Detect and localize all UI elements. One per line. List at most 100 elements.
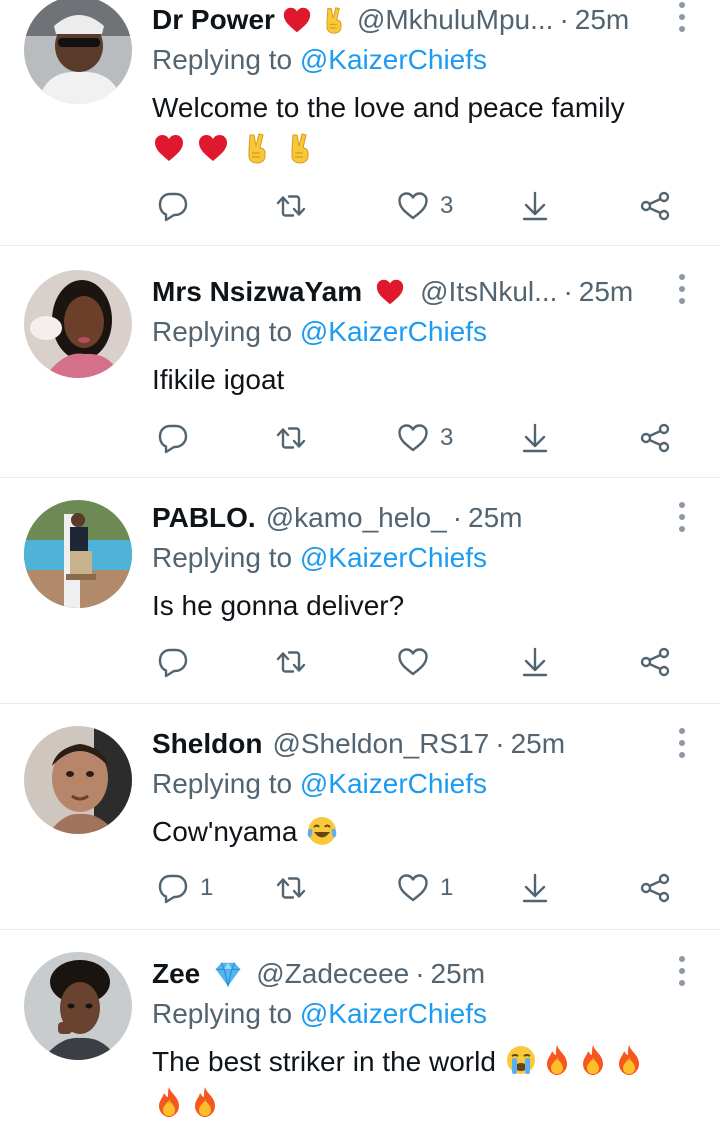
more-options-icon[interactable] <box>674 956 690 986</box>
fire-emoji <box>612 1043 646 1077</box>
more-options-icon[interactable] <box>674 502 690 532</box>
user-handle[interactable]: @kamo_helo_ <box>266 502 447 534</box>
victory-hand-icon <box>319 5 349 35</box>
reply-mention-link[interactable]: @KaizerChiefs <box>300 316 487 347</box>
share-button[interactable] <box>638 868 672 908</box>
tweet[interactable]: Zee @Zadeceee · 25m Replying to @KaizerC… <box>0 930 720 1134</box>
avatar[interactable] <box>24 952 132 1060</box>
like-button[interactable] <box>396 642 440 682</box>
retweet-icon <box>274 189 308 223</box>
reply-mention-link[interactable]: @KaizerChiefs <box>300 768 487 799</box>
tweet[interactable]: Sheldon @Sheldon_RS17 · 25m Replying to … <box>0 704 720 930</box>
reply-icon <box>156 645 190 679</box>
separator-dot: · <box>559 4 569 35</box>
timestamp[interactable]: 25m <box>511 728 565 760</box>
avatar[interactable] <box>24 0 132 104</box>
like-button[interactable]: 1 <box>396 868 453 908</box>
user-handle[interactable]: @MkhuluMpu... <box>357 4 554 36</box>
fire-emoji <box>576 1043 610 1077</box>
tweet-text: Is he gonna deliver? <box>152 590 405 621</box>
more-options-icon[interactable] <box>674 728 690 758</box>
heart-outline-icon <box>396 421 430 455</box>
reply-button[interactable] <box>156 186 200 226</box>
user-handle[interactable]: @Sheldon_RS17 <box>272 728 489 760</box>
more-options-icon[interactable] <box>674 2 690 32</box>
retweet-button[interactable] <box>274 868 318 908</box>
replying-to-label: Replying to <box>152 44 293 75</box>
share-button[interactable] <box>638 418 672 458</box>
replying-to: Replying to @KaizerChiefs <box>152 998 487 1030</box>
replying-to-label: Replying to <box>152 542 293 573</box>
victory-hand-emoji <box>240 131 274 165</box>
more-options-icon[interactable] <box>674 274 690 304</box>
tweet[interactable]: Mrs NsizwaYam @ItsNkul... · 25m Replying… <box>0 246 720 478</box>
reply-icon <box>156 421 190 455</box>
retweet-button[interactable] <box>274 642 318 682</box>
avatar[interactable] <box>24 270 132 378</box>
display-name[interactable]: PABLO. <box>152 502 256 534</box>
red-heart-emoji <box>152 131 186 165</box>
user-handle[interactable]: @Zadeceee <box>256 958 409 990</box>
fire-emoji <box>540 1043 574 1077</box>
replying-to: Replying to @KaizerChiefs <box>152 44 487 76</box>
share-button[interactable] <box>638 642 672 682</box>
replying-to-label: Replying to <box>152 768 293 799</box>
reply-button[interactable] <box>156 418 200 458</box>
timestamp[interactable]: 25m <box>575 4 629 36</box>
download-icon <box>518 871 552 905</box>
reply-button[interactable]: 1 <box>156 868 213 908</box>
download-icon <box>518 189 552 223</box>
user-handle[interactable]: @ItsNkul... <box>420 276 557 308</box>
timestamp[interactable]: 25m <box>431 958 485 990</box>
reply-mention-link[interactable]: @KaizerChiefs <box>300 542 487 573</box>
timestamp[interactable]: 25m <box>468 502 522 534</box>
reply-button[interactable] <box>156 642 200 682</box>
avatar[interactable] <box>24 726 132 834</box>
share-icon <box>638 645 672 679</box>
separator-dot: · <box>452 502 463 533</box>
download-button[interactable] <box>518 186 552 226</box>
display-name[interactable]: Dr Power <box>152 4 275 36</box>
loudly-crying-emoji <box>504 1043 538 1077</box>
display-name[interactable]: Zee <box>152 958 200 990</box>
heart-outline-icon <box>396 189 430 223</box>
replying-to-label: Replying to <box>152 316 293 347</box>
victory-hand-emoji <box>283 131 317 165</box>
timestamp[interactable]: 25m <box>579 276 633 308</box>
download-button[interactable] <box>518 868 552 908</box>
share-icon <box>638 871 672 905</box>
tweet[interactable]: Dr Power @MkhuluMpu... · 25m Replying to… <box>0 0 720 246</box>
display-name[interactable]: Sheldon <box>152 728 262 760</box>
share-icon <box>638 189 672 223</box>
replying-to: Replying to @KaizerChiefs <box>152 768 487 800</box>
like-count: 1 <box>440 874 454 901</box>
like-count: 3 <box>440 424 454 451</box>
tweet-text: Ifikile igoat <box>152 364 285 395</box>
retweet-button[interactable] <box>274 418 318 458</box>
retweet-icon <box>274 421 308 455</box>
like-count: 3 <box>440 192 454 219</box>
red-heart-icon <box>374 276 406 308</box>
fire-emoji <box>152 1085 186 1119</box>
replying-to: Replying to @KaizerChiefs <box>152 316 487 348</box>
display-name[interactable]: Mrs NsizwaYam <box>152 276 362 308</box>
like-button[interactable]: 3 <box>396 418 453 458</box>
retweet-button[interactable] <box>274 186 318 226</box>
share-button[interactable] <box>638 186 672 226</box>
separator-dot: · <box>415 958 425 989</box>
reply-mention-link[interactable]: @KaizerChiefs <box>300 998 487 1029</box>
tweet-text-line: The best striker in the world <box>152 1046 496 1077</box>
reply-count: 1 <box>200 874 214 901</box>
reply-mention-link[interactable]: @KaizerChiefs <box>300 44 487 75</box>
download-button[interactable] <box>518 418 552 458</box>
fire-emoji <box>188 1085 222 1119</box>
download-button[interactable] <box>518 642 552 682</box>
avatar[interactable] <box>24 500 132 608</box>
red-heart-emoji <box>196 131 230 165</box>
replying-to: Replying to @KaizerChiefs <box>152 542 487 574</box>
separator-dot: · <box>563 276 573 307</box>
tweet-text: Welcome to the love and peace family <box>152 88 690 170</box>
separator-dot: · <box>495 728 505 759</box>
tweet[interactable]: PABLO. @kamo_helo_ · 25m Replying to @Ka… <box>0 478 720 704</box>
like-button[interactable]: 3 <box>396 186 453 226</box>
